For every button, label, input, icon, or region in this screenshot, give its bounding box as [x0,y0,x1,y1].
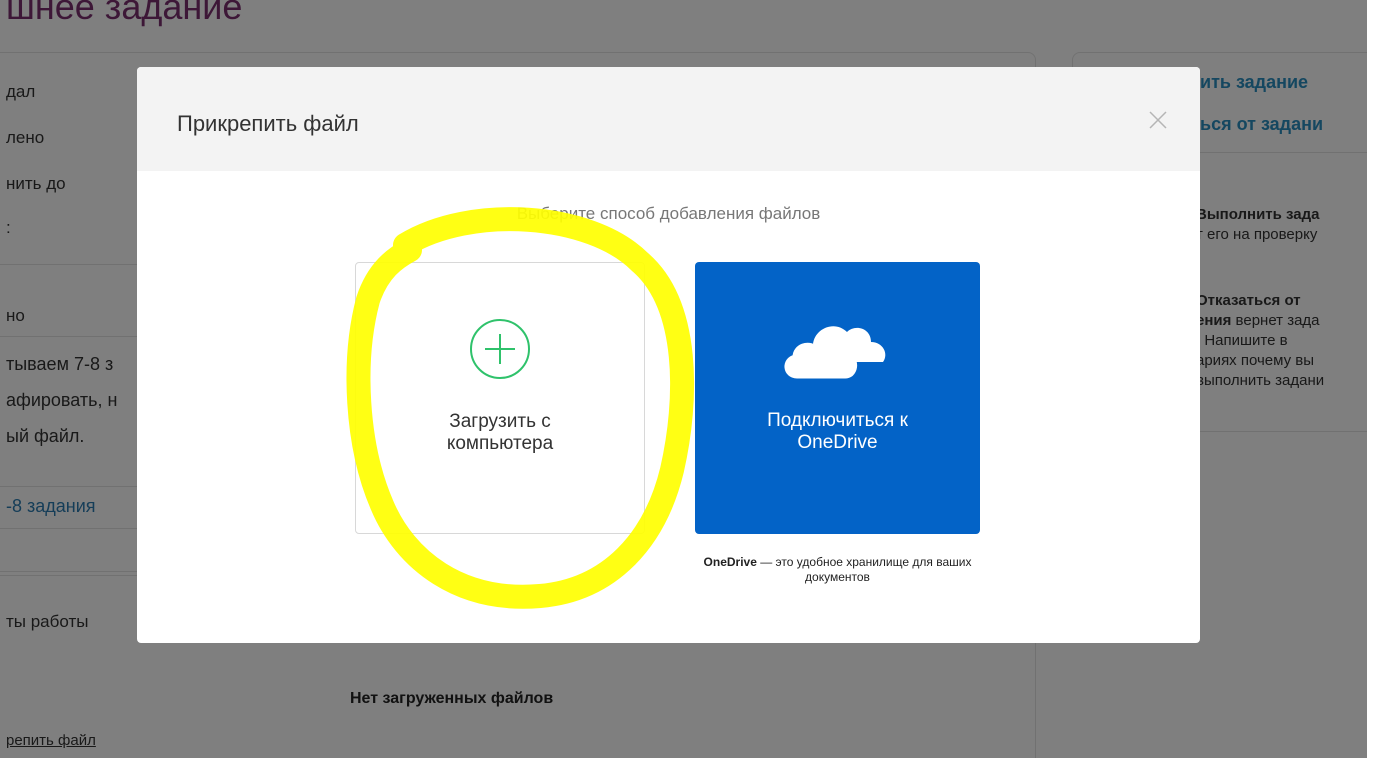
close-icon[interactable] [1142,104,1174,136]
upload-from-computer-button[interactable]: Загрузить с компьютера [355,262,645,534]
plus-circle-icon [468,317,532,381]
connect-onedrive-button[interactable]: Подключиться к OneDrive [695,262,980,534]
cloud-icon [783,316,893,380]
dialog-subtitle: Выберите способ добавления файлов [516,204,821,223]
right-edge [1367,0,1381,758]
dialog-header: Прикрепить файл [137,67,1200,171]
onedrive-description: OneDrive — это удобное хранилище для ваш… [703,555,972,584]
upload-option-label: Загрузить с компьютера [446,411,554,454]
dialog-title: Прикрепить файл [177,111,359,136]
attach-file-dialog: Прикрепить файл Выберите способ добавлен… [137,67,1200,643]
onedrive-option-label: Подключиться к OneDrive [767,410,908,453]
